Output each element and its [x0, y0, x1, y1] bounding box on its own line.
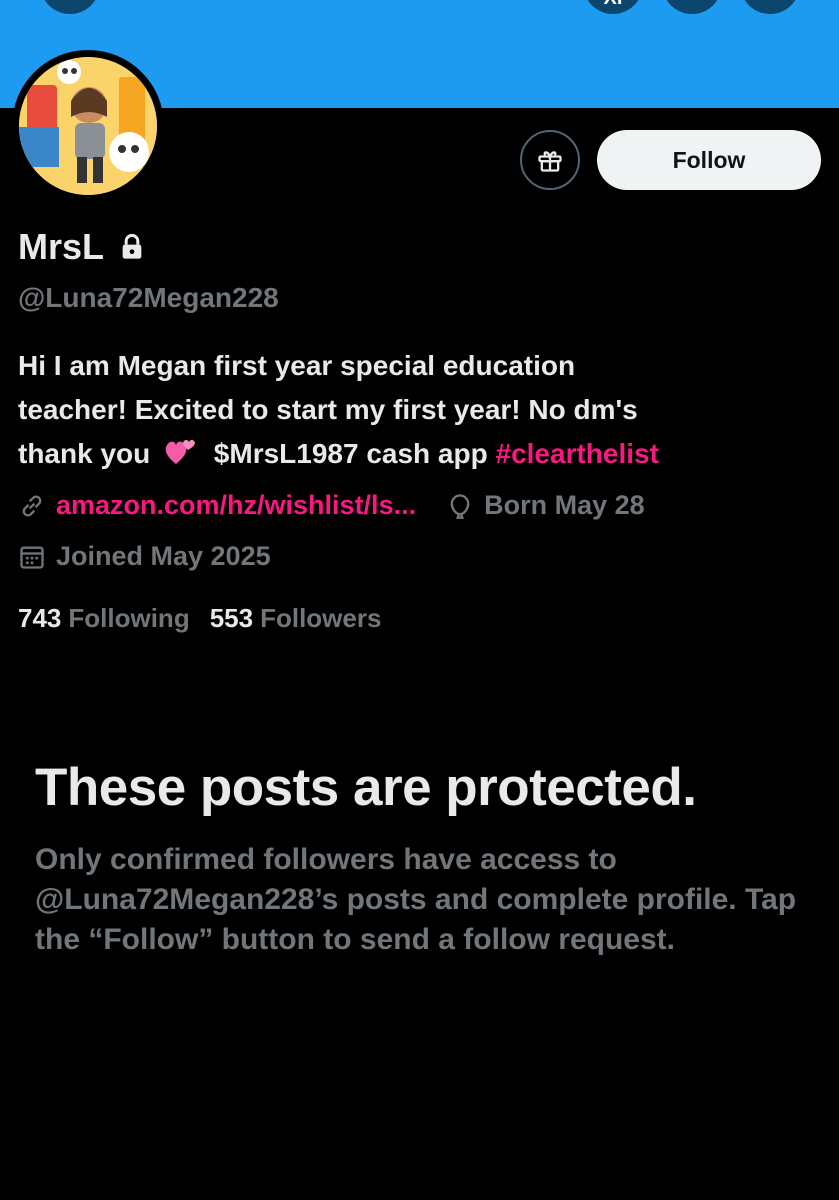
protected-posts-title: These posts are protected.	[35, 758, 697, 817]
bio-cash-app: $MrsL1987 cash app	[213, 438, 488, 469]
avatar-illustration	[19, 57, 157, 195]
balloon-icon	[450, 493, 470, 519]
follow-button[interactable]: Follow	[597, 130, 821, 190]
follow-counts: 743 Following 553 Followers	[18, 603, 381, 634]
profile-bio: Hi I am Megan first year special educati…	[18, 344, 818, 476]
calendar-icon	[20, 546, 44, 569]
joined-text: Joined May 2025	[56, 541, 271, 571]
birthday-item: Born May 28	[446, 490, 645, 521]
profile-name-row: MrsL	[18, 226, 146, 268]
grok-button[interactable]: XI	[583, 0, 643, 14]
gift-icon	[538, 151, 562, 172]
profile-meta-row-1: amazon.com/hz/wishlist/ls... Born May 28	[18, 490, 645, 521]
profile-link[interactable]: amazon.com/hz/wishlist/ls...	[56, 490, 416, 521]
profile-link-item[interactable]: amazon.com/hz/wishlist/ls...	[18, 490, 416, 521]
more-options-button[interactable]	[740, 0, 800, 14]
display-name: MrsL	[18, 226, 105, 267]
lock-icon	[122, 233, 142, 259]
avatar-image	[19, 57, 157, 195]
following-label: Following	[68, 603, 190, 633]
following-link[interactable]: 743 Following	[18, 603, 190, 634]
joined-item: Joined May 2025	[18, 541, 271, 572]
grok-button-label: XI	[583, 0, 643, 10]
bio-hashtag-link[interactable]: #clearthelist	[496, 438, 659, 469]
bio-line-3: thank you $MrsL1987 cash app #cleartheli…	[18, 432, 818, 476]
gift-button[interactable]	[520, 130, 580, 190]
search-button[interactable]	[662, 0, 722, 14]
avatar[interactable]	[12, 50, 164, 202]
back-button[interactable]	[40, 0, 100, 14]
link-icon	[22, 494, 42, 517]
profile-meta-row-2: Joined May 2025	[18, 541, 271, 572]
bio-line-1: Hi I am Megan first year special educati…	[18, 350, 576, 381]
bio-line-2: teacher! Excited to start my first year!…	[18, 394, 638, 425]
followers-count: 553	[209, 603, 254, 633]
profile-handle: @Luna72Megan228	[18, 282, 279, 313]
sparkling-heart-emoji	[165, 439, 195, 464]
followers-link[interactable]: 553 Followers	[210, 603, 382, 634]
following-count: 743	[18, 603, 62, 633]
birthday-text: Born May 28	[484, 490, 645, 520]
bio-thank-you: thank you	[18, 438, 151, 469]
protected-posts-message: Only confirmed followers have access to …	[35, 843, 797, 956]
followers-label: Followers	[260, 603, 382, 633]
